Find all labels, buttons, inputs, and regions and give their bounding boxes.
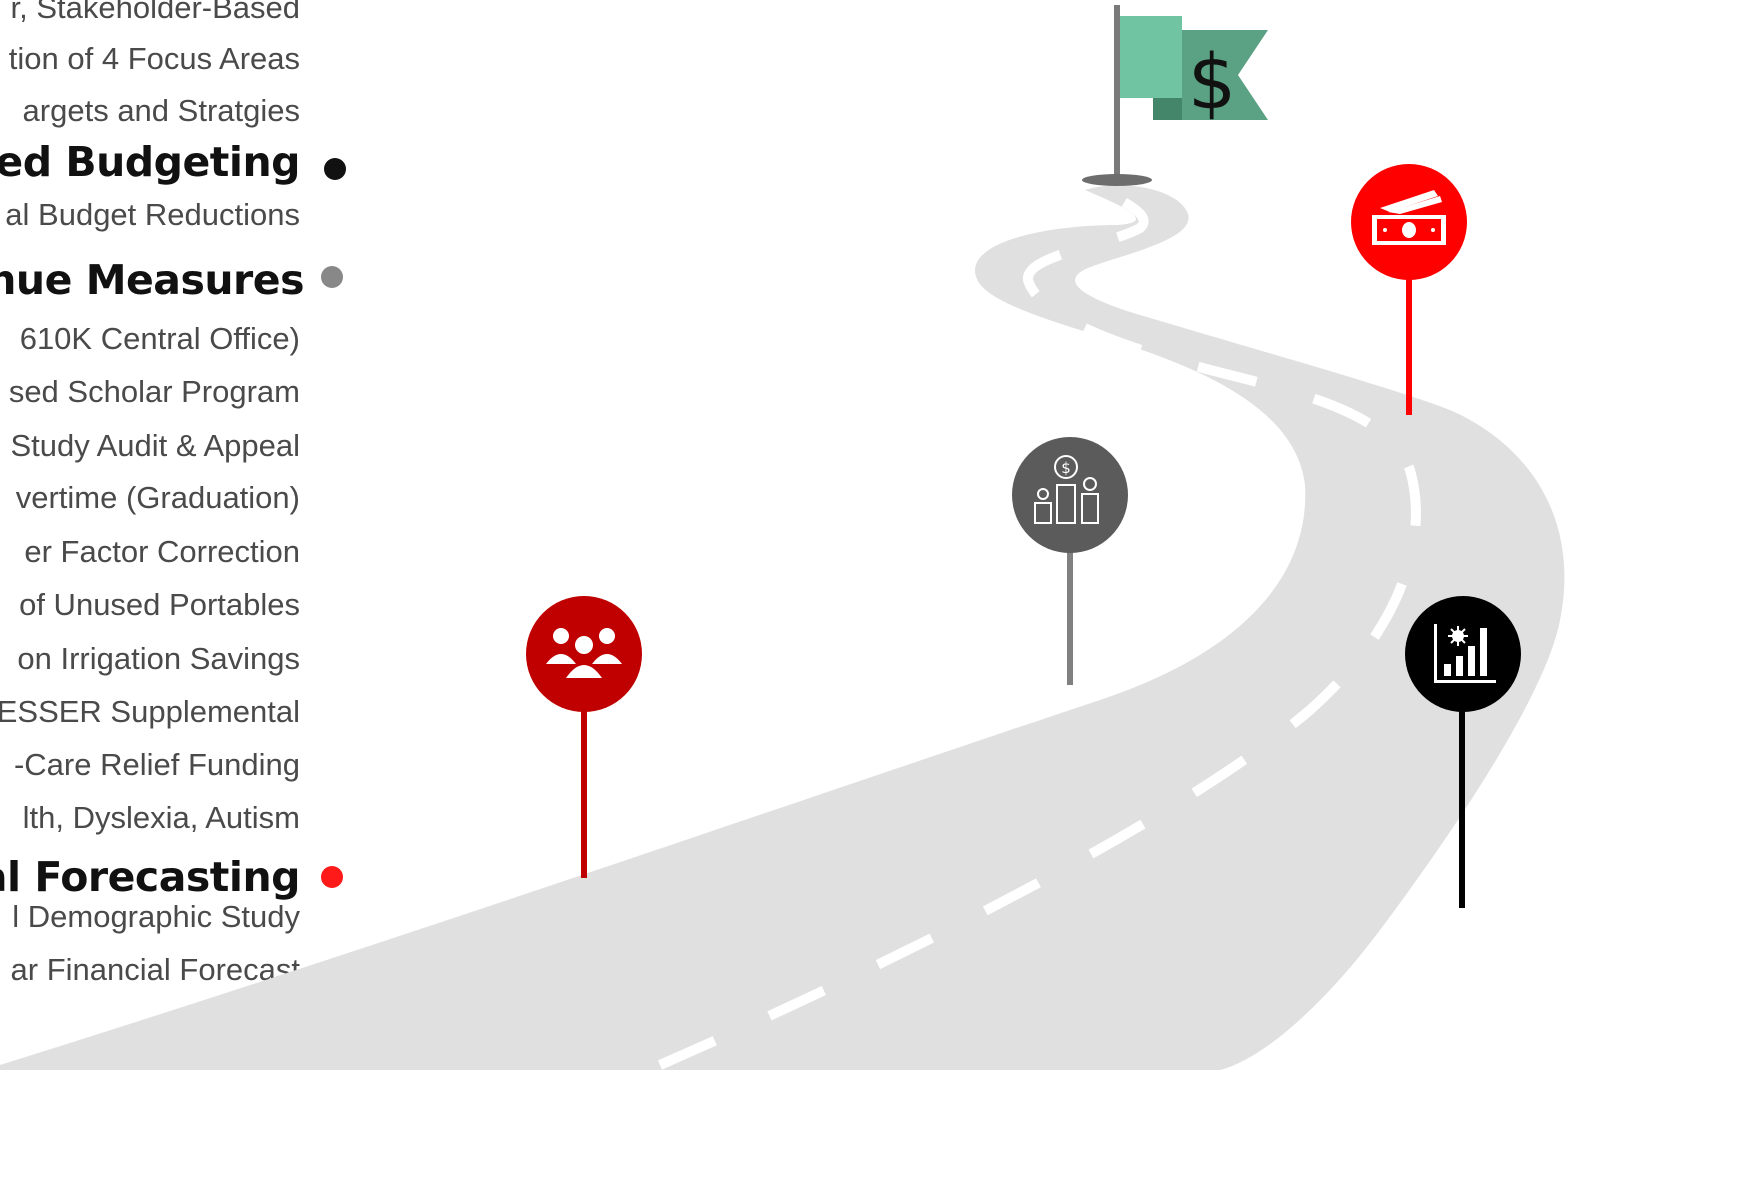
marker-money: [1351, 164, 1467, 415]
winding-road: [0, 185, 1565, 1070]
svg-text:$: $: [1061, 459, 1071, 477]
dollar-sign: $: [1188, 37, 1236, 126]
goal-flag: $: [1082, 5, 1268, 186]
marker-budget-priorities: $: [1012, 437, 1128, 685]
marker-people: [526, 596, 642, 878]
roadmap-illustration: $ $: [0, 5, 1565, 1070]
